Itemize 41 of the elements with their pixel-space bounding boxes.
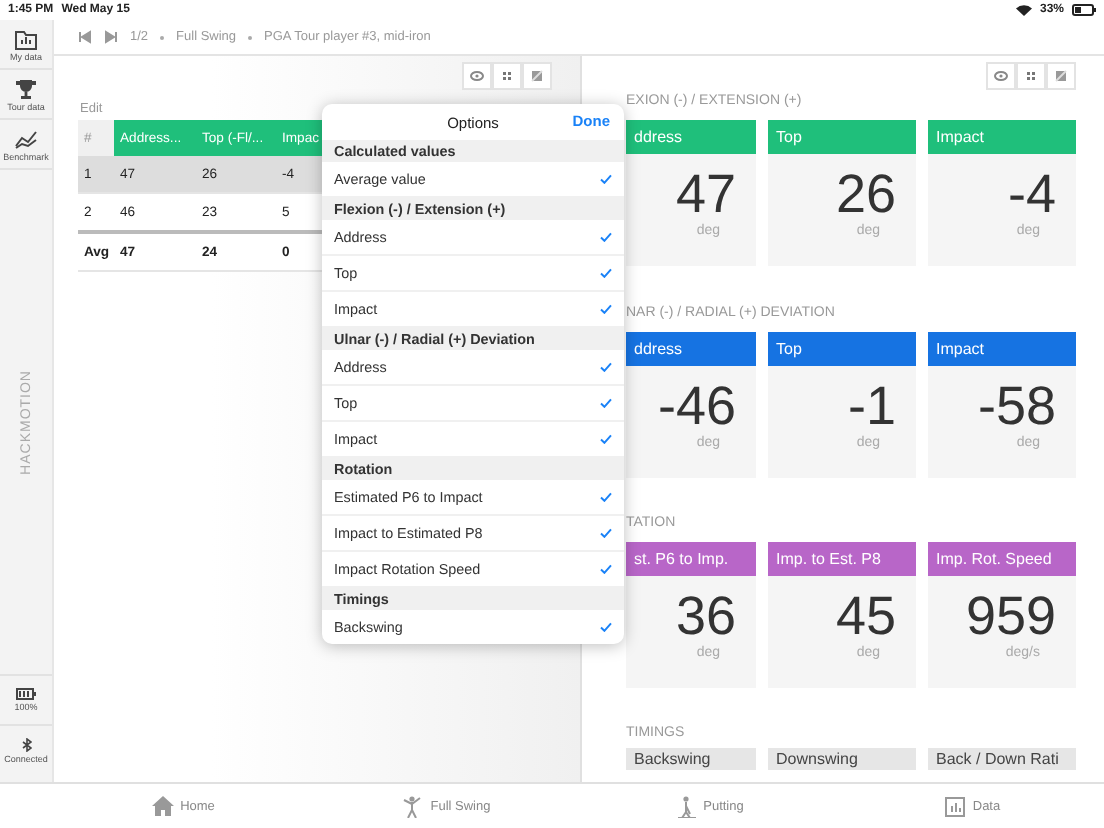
eye-icon[interactable] (986, 62, 1016, 90)
card-header: Top (768, 332, 916, 366)
battery-icon (16, 688, 36, 700)
card-header: Downswing (768, 748, 916, 770)
separator-dot-icon (160, 35, 165, 39)
card-header: Impact (928, 332, 1076, 366)
folder-chart-icon (14, 27, 38, 49)
card-header: st. P6 to Imp. (626, 542, 756, 576)
card-header: Backswing (626, 748, 756, 770)
house-icon (152, 796, 175, 816)
grid-icon[interactable] (492, 62, 522, 90)
bluetooth-icon (21, 737, 31, 751)
eye-icon[interactable] (462, 62, 492, 90)
metric-value: 959 (963, 586, 1058, 646)
line-chart-icon (14, 127, 38, 149)
metric-value: 45 (833, 586, 898, 646)
metric-value: -46 (655, 376, 738, 436)
image-icon[interactable] (1046, 62, 1076, 90)
card-header: Top (768, 120, 916, 154)
card-header: Imp. Rot. Speed (928, 542, 1076, 576)
metric-value: 47 (673, 164, 738, 224)
wifi-icon (1015, 4, 1032, 16)
golfer-swing-icon (402, 795, 425, 817)
metric-value: -1 (845, 376, 898, 436)
metric-value: -58 (975, 376, 1058, 436)
skip-back-icon[interactable] (78, 30, 92, 44)
metric-value: 26 (833, 164, 898, 224)
battery-icon (1072, 4, 1096, 16)
card-header: ddress (626, 332, 756, 366)
data-document-icon (944, 795, 967, 817)
separator-dot-icon (248, 35, 253, 39)
card-header: Impact (928, 120, 1076, 154)
grid-icon[interactable] (1016, 62, 1046, 90)
card-header: Back / Down Rati (928, 748, 1076, 770)
metric-value: 36 (673, 586, 738, 646)
image-icon[interactable] (522, 62, 552, 90)
trophy-icon (14, 77, 38, 99)
card-header: Imp. to Est. P8 (768, 542, 916, 576)
card-header: ddress (626, 120, 756, 154)
skip-forward-icon[interactable] (104, 30, 118, 44)
metric-value: -4 (1005, 164, 1058, 224)
